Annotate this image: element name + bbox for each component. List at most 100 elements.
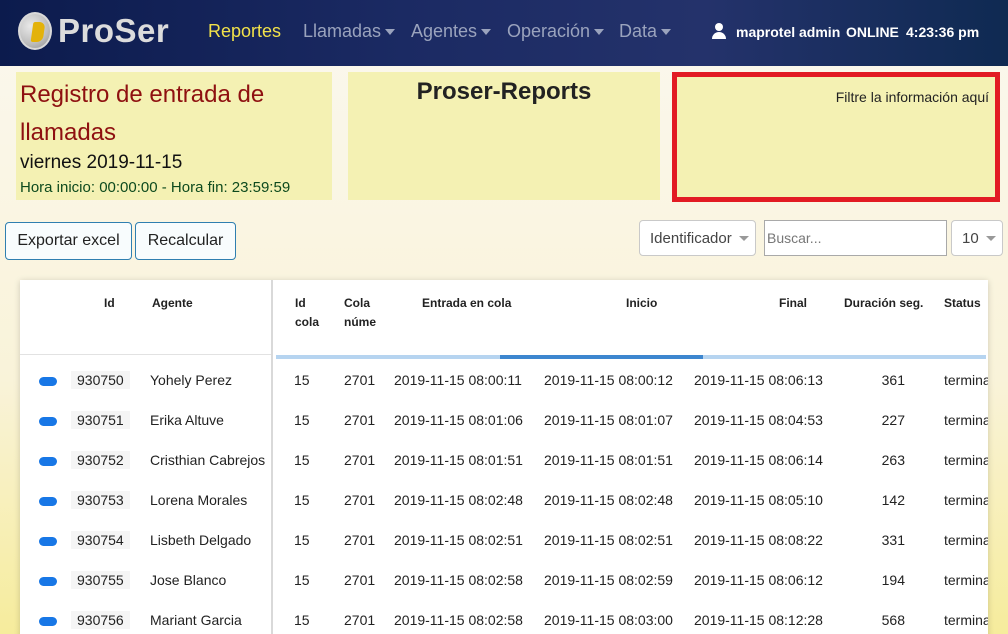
search-field-value: Identificador (650, 229, 732, 247)
cell-queue-number: 2701 (344, 452, 376, 468)
cell-end: 2019-11-15 08:12:28 (694, 612, 823, 628)
app-title: Proser-Reports (416, 78, 592, 105)
cell-start: 2019-11-15 08:03:00 (544, 612, 673, 628)
cell-id: 930754 (71, 531, 130, 549)
cell-queue-number: 2701 (344, 492, 376, 508)
report-date: viernes 2019-11-15 (20, 152, 183, 173)
row-marker-icon[interactable] (39, 497, 57, 506)
clock: 4:23:36 pm (906, 24, 980, 40)
cell-queue-number: 2701 (344, 612, 376, 628)
col-header-queue-number[interactable]: Cola núme (344, 294, 376, 332)
row-marker-icon[interactable] (39, 417, 57, 426)
cell-entry: 2019-11-15 08:02:58 (394, 612, 523, 628)
cell-queue-id: 15 (294, 492, 310, 508)
brand[interactable]: ProSer (18, 12, 169, 50)
calls-table: Id Agente Id cola Cola núme Entrada en c… (20, 280, 988, 634)
cell-queue-number: 2701 (344, 412, 376, 428)
col-header-start[interactable]: Inicio (626, 294, 657, 313)
recalculate-button[interactable]: Recalcular (135, 222, 236, 260)
header-line: cola (295, 315, 320, 329)
cell-duration: 568 (881, 612, 905, 628)
cell-id: 930751 (71, 411, 130, 429)
proser-logo-icon (18, 12, 52, 50)
cell-status: termina (944, 372, 988, 388)
cell-status: termina (944, 452, 988, 468)
cell-id: 930750 (71, 371, 130, 389)
export-excel-button[interactable]: Exportar excel (5, 222, 132, 260)
row-marker-icon[interactable] (39, 617, 57, 626)
cell-id: 930752 (71, 451, 130, 469)
cell-entry: 2019-11-15 08:02:58 (394, 572, 523, 588)
cell-start: 2019-11-15 08:02:59 (544, 572, 673, 588)
caret-down-icon (738, 235, 749, 241)
cell-start: 2019-11-15 08:02:51 (544, 532, 673, 548)
cell-end: 2019-11-15 08:05:10 (694, 492, 823, 508)
page-size-select[interactable]: 10 (951, 220, 1003, 256)
brand-name: ProSer (58, 12, 170, 49)
row-marker-icon[interactable] (39, 537, 57, 546)
cell-agent: Yohely Perez (150, 372, 232, 388)
user-icon (712, 23, 726, 39)
cell-queue-id: 15 (294, 612, 310, 628)
nav-item-label: Data (619, 21, 658, 41)
top-navbar: ProSer Reportes Llamadas Agentes Operaci… (0, 0, 1008, 66)
cell-id: 930756 (71, 611, 130, 629)
col-header-queue-id[interactable]: Id cola (295, 294, 319, 332)
col-header-end[interactable]: Final (779, 294, 807, 313)
search-field-select[interactable]: Identificador (639, 220, 756, 256)
cell-status: termina (944, 412, 988, 428)
app-title-panel: Proser-Reports (348, 72, 660, 200)
nav-item-label: Reportes (208, 21, 282, 41)
caret-down-icon (985, 235, 996, 241)
row-marker-icon[interactable] (39, 377, 57, 386)
scrollbar-thumb[interactable] (500, 355, 703, 359)
nav-item-operacion[interactable]: Operación (507, 21, 605, 42)
caret-down-icon (385, 29, 396, 36)
user-name[interactable]: maprotel admin (736, 24, 840, 40)
cell-end: 2019-11-15 08:06:13 (694, 372, 823, 388)
col-header-status[interactable]: Status (944, 294, 981, 313)
cell-queue-id: 15 (294, 572, 310, 588)
cell-entry: 2019-11-15 08:01:06 (394, 412, 523, 428)
cell-duration: 263 (881, 452, 905, 468)
row-marker-icon[interactable] (39, 457, 57, 466)
report-title: Registro de entrada de llamadas (20, 81, 265, 146)
nav-item-reportes[interactable]: Reportes (208, 21, 281, 42)
cell-start: 2019-11-15 08:02:48 (544, 492, 673, 508)
nav-item-label: Operación (507, 21, 591, 41)
cell-end: 2019-11-15 08:06:14 (694, 452, 823, 468)
cell-queue-id: 15 (294, 452, 310, 468)
filter-hint: Filtre la información aquí (835, 89, 989, 105)
cell-queue-id: 15 (294, 532, 310, 548)
filter-panel[interactable]: Filtre la información aquí (672, 72, 1000, 202)
cell-agent: Cristhian Cabrejos (150, 452, 266, 468)
cell-duration: 361 (881, 372, 905, 388)
row-marker-icon[interactable] (39, 577, 57, 586)
col-header-agent[interactable]: Agente (152, 294, 193, 313)
cell-entry: 2019-11-15 08:02:48 (394, 492, 523, 508)
cell-agent: Erika Altuve (150, 412, 224, 428)
nav-item-llamadas[interactable]: Llamadas (303, 21, 396, 42)
nav-item-agentes[interactable]: Agentes (411, 21, 492, 42)
fixed-column-divider (271, 280, 273, 634)
col-header-entry[interactable]: Entrada en cola (422, 294, 511, 313)
cell-agent: Lorena Morales (150, 492, 248, 508)
nav-item-data[interactable]: Data (619, 21, 672, 42)
cell-entry: 2019-11-15 08:00:11 (394, 372, 522, 388)
cell-status: termina (944, 572, 988, 588)
report-hours: Hora inicio: 00:00:00 - Hora fin: 23:59:… (20, 179, 291, 196)
cell-queue-id: 15 (294, 372, 310, 388)
cell-end: 2019-11-15 08:08:22 (694, 532, 823, 548)
caret-down-icon (661, 29, 672, 36)
col-header-id[interactable]: Id (104, 294, 115, 313)
cell-agent: Mariant Garcia (150, 612, 242, 628)
cell-status: termina (944, 492, 988, 508)
cell-duration: 142 (881, 492, 905, 508)
col-header-duration[interactable]: Duración seg. (844, 294, 923, 313)
search-input[interactable] (764, 220, 947, 256)
cell-id: 930755 (71, 571, 130, 589)
cell-start: 2019-11-15 08:01:07 (544, 412, 673, 428)
nav-item-label: Agentes (411, 21, 478, 41)
cell-status: termina (944, 532, 988, 548)
cell-start: 2019-11-15 08:00:12 (544, 372, 673, 388)
